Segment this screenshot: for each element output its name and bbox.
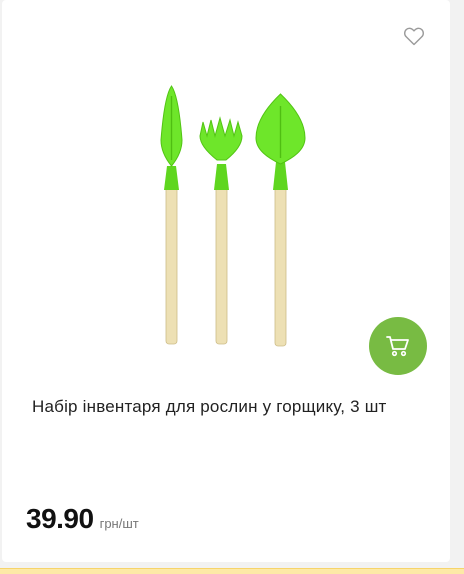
product-card[interactable]: Набір інвентаря для рослин у горщику, 3 …	[2, 0, 450, 562]
product-image[interactable]	[142, 82, 312, 348]
rake-tool	[199, 116, 243, 345]
trowel-tool	[160, 85, 183, 345]
heart-icon	[404, 27, 424, 46]
cart-icon	[386, 336, 409, 357]
add-to-cart-button[interactable]	[369, 317, 427, 375]
next-card-edge	[0, 568, 464, 574]
price-unit: грн/шт	[99, 516, 139, 531]
price-block: 39.90 грн/шт	[26, 503, 139, 535]
page: Набір інвентаря для рослин у горщику, 3 …	[0, 0, 464, 574]
product-title[interactable]: Набір інвентаря для рослин у горщику, 3 …	[32, 392, 427, 422]
shovel-tool	[255, 93, 306, 347]
favorite-button[interactable]	[402, 24, 426, 48]
price-value: 39.90	[26, 503, 94, 534]
